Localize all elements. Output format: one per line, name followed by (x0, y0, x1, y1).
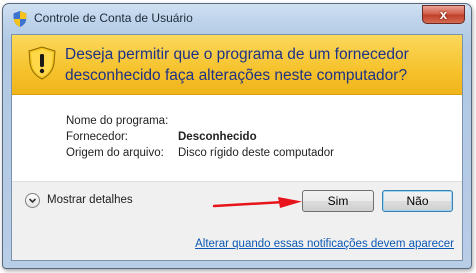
detail-label: Origem do arquivo: (66, 147, 164, 159)
no-button[interactable]: Não (382, 190, 453, 212)
warning-banner: Deseja permitir que o programa de um for… (12, 35, 462, 95)
detail-value: Disco rígido deste computador (178, 147, 334, 159)
chevron-down-icon (28, 198, 37, 204)
uac-shield-icon (13, 11, 27, 27)
close-icon: x (439, 7, 448, 22)
title-bar[interactable]: Controle de Conta de Usuário x (3, 4, 471, 32)
detail-value: Desconhecido (178, 131, 257, 143)
prompt-line-1: Deseja permitir que o programa de um for… (65, 46, 409, 63)
uac-warning-shield-icon (28, 46, 56, 80)
show-details-label[interactable]: Mostrar detalhes (47, 194, 133, 206)
detail-label: Nome do programa: (66, 115, 169, 127)
red-arrow-annotation (212, 197, 302, 208)
action-bar: Mostrar detalhes Sim Não (12, 181, 462, 220)
show-details-toggle[interactable] (25, 193, 40, 208)
prompt-line-2: desconhecido faça alterações neste compu… (65, 67, 408, 84)
change-notification-settings-link[interactable]: Alterar quando essas notificações devem … (195, 238, 454, 250)
footer: Alterar quando essas notificações devem … (12, 219, 462, 260)
dialog-body: Deseja permitir que o programa de um for… (11, 34, 463, 261)
detail-label: Fornecedor: (66, 131, 129, 143)
yes-button[interactable]: Sim (302, 190, 374, 212)
prompt-question: Deseja permitir que o programa de um for… (65, 44, 455, 86)
window-title: Controle de Conta de Usuário (34, 11, 193, 25)
close-button[interactable]: x (422, 5, 465, 24)
uac-dialog-window: Controle de Conta de Usuário x Deseja pe… (2, 3, 472, 269)
